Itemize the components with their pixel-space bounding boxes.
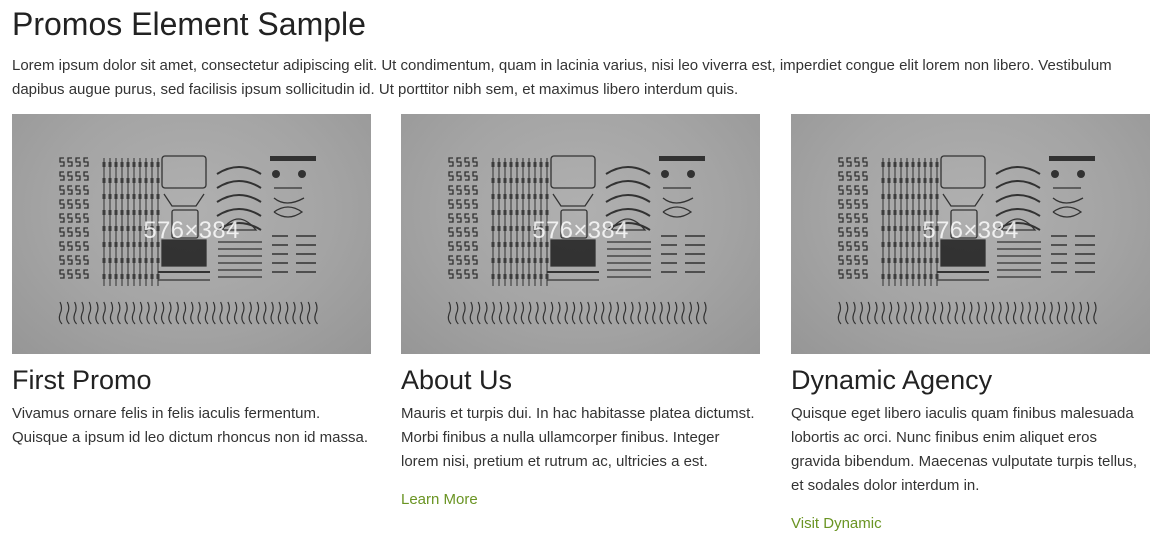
promo-card-dynamic-agency: 576×384 Dynamic Agency Quisque eget libe… xyxy=(791,114,1151,534)
visit-dynamic-link[interactable]: Visit Dynamic xyxy=(791,514,882,534)
promos-grid: 576×384 First Promo Vivamus ornare felis… xyxy=(12,114,1152,554)
promo-title: Dynamic Agency xyxy=(791,365,993,395)
image-size-label: 576×384 xyxy=(922,217,1019,244)
promo-image[interactable]: 576×384 xyxy=(401,114,760,354)
promo-text: Vivamus ornare felis in felis iaculis fe… xyxy=(12,405,369,446)
promo-image[interactable]: 576×384 xyxy=(12,114,371,354)
promo-title: About Us xyxy=(401,365,513,395)
learn-more-link[interactable]: Learn More xyxy=(401,490,478,510)
image-size-label: 576×384 xyxy=(532,217,629,244)
promo-card-first: 576×384 First Promo Vivamus ornare felis… xyxy=(12,114,372,450)
promo-card-about-us: 576×384 About Us Mauris et turpis dui. I… xyxy=(401,114,761,510)
promo-image[interactable]: 576×384 xyxy=(791,114,1150,354)
promo-title: First Promo xyxy=(12,365,152,395)
promo-text: Mauris et turpis dui. In hac habitasse p… xyxy=(401,405,755,470)
page-title: Promos Element Sample xyxy=(12,6,366,42)
promo-text: Quisque eget libero iaculis quam finibus… xyxy=(791,405,1138,494)
image-size-label: 576×384 xyxy=(143,217,240,244)
page-intro: Lorem ipsum dolor sit amet, consectetur … xyxy=(12,57,1112,98)
promos-page: Promos Element Sample Lorem ipsum dolor … xyxy=(0,0,1164,532)
